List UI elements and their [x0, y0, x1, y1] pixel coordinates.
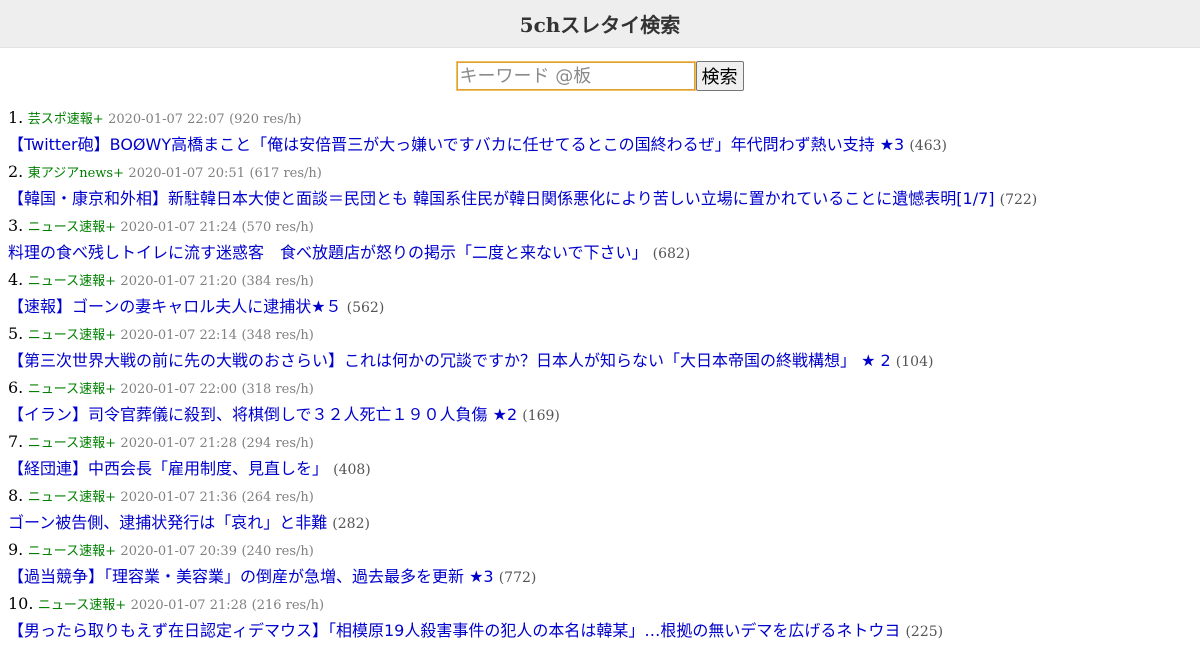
- thread-meta: 8. ニュース速報+ 2020-01-07 21:36 (264 res/h): [8, 482, 1200, 509]
- thread-response-count: (682): [652, 246, 691, 262]
- thread-response-count: (772): [498, 570, 537, 586]
- thread-entry: 5. ニュース速報+ 2020-01-07 22:14 (348 res/h) 【…: [8, 320, 1200, 374]
- search-bar: 検索: [0, 48, 1200, 104]
- thread-title-link[interactable]: 【イラン】司令官葬儀に殺到、将棋倒しで３２人死亡１９０人負傷 ★2: [8, 405, 517, 424]
- thread-meta: 2. 東アジアnews+ 2020-01-07 20:51 (617 res/h…: [8, 158, 1200, 185]
- thread-meta: 3. ニュース速報+ 2020-01-07 21:24 (570 res/h): [8, 212, 1200, 239]
- thread-title-line: 【第三次世界大戦の前に先の大戦のおさらい】これは何かの冗談ですか？日本人が知らな…: [8, 347, 1200, 374]
- thread-entry: 4. ニュース速報+ 2020-01-07 21:20 (384 res/h) 【…: [8, 266, 1200, 320]
- thread-title-link[interactable]: ゴーン被告側、逮捕状発行は「哀れ」と非難: [8, 513, 327, 532]
- page-header: 5chスレタイ検索: [0, 0, 1200, 48]
- thread-list: 1. 芸スポ速報+ 2020-01-07 22:07 (920 res/h) 【T…: [8, 104, 1200, 644]
- board-name[interactable]: ニュース速報+: [28, 436, 116, 451]
- board-name[interactable]: ニュース速報+: [28, 220, 116, 235]
- thread-entry: 8. ニュース速報+ 2020-01-07 21:36 (264 res/h) ゴ…: [8, 482, 1200, 536]
- thread-meta: 5. ニュース速報+ 2020-01-07 22:14 (348 res/h): [8, 320, 1200, 347]
- thread-date: 2020-01-07 22:00: [120, 382, 237, 397]
- thread-rate: (570 res/h): [241, 220, 314, 235]
- thread-meta: 4. ニュース速報+ 2020-01-07 21:20 (384 res/h): [8, 266, 1200, 293]
- thread-rank: 4.: [8, 270, 24, 289]
- thread-date: 2020-01-07 21:20: [120, 274, 237, 289]
- thread-title-line: 【過当競争】「理容業・美容業」の倒産が急増、過去最多を更新 ★3 (772): [8, 563, 1200, 590]
- board-name[interactable]: 東アジアnews+: [28, 166, 124, 181]
- thread-entry: 3. ニュース速報+ 2020-01-07 21:24 (570 res/h) 料…: [8, 212, 1200, 266]
- thread-entry: 1. 芸スポ速報+ 2020-01-07 22:07 (920 res/h) 【T…: [8, 104, 1200, 158]
- thread-title-line: 【イラン】司令官葬儀に殺到、将棋倒しで３２人死亡１９０人負傷 ★2 (169): [8, 401, 1200, 428]
- thread-date: 2020-01-07 21:28: [120, 436, 237, 451]
- thread-rate: (264 res/h): [241, 490, 314, 505]
- board-name[interactable]: 芸スポ速報+: [28, 112, 104, 127]
- thread-meta: 10. ニュース速報+ 2020-01-07 21:28 (216 res/h): [8, 590, 1200, 617]
- thread-rank: 6.: [8, 378, 24, 397]
- thread-title-line: 料理の食べ残しトイレに流す迷惑客 食べ放題店が怒りの掲示「二度と来ないで下さい」…: [8, 239, 1200, 266]
- thread-title-line: 【速報】ゴーンの妻キャロル夫人に逮捕状★５ (562): [8, 293, 1200, 320]
- board-name[interactable]: ニュース速報+: [28, 544, 116, 559]
- thread-rank: 7.: [8, 432, 24, 451]
- thread-title-link[interactable]: 【男ったら取りもえず在日認定ィデマウス】「相模原19人殺害事件の犯人の本名は韓某…: [8, 621, 900, 640]
- search-input[interactable]: [455, 61, 696, 91]
- thread-rank: 2.: [8, 162, 24, 181]
- thread-response-count: (722): [999, 192, 1038, 208]
- thread-title-link[interactable]: 【速報】ゴーンの妻キャロル夫人に逮捕状★５: [8, 297, 342, 316]
- thread-rate: (318 res/h): [241, 382, 314, 397]
- thread-rate: (920 res/h): [229, 112, 302, 127]
- thread-date: 2020-01-07 21:36: [120, 490, 237, 505]
- thread-date: 2020-01-07 20:51: [128, 166, 245, 181]
- thread-title-line: 【経団連】中西会長「雇用制度、見直しを」 (408): [8, 455, 1200, 482]
- thread-title-link[interactable]: 【過当競争】「理容業・美容業」の倒産が急増、過去最多を更新 ★3: [8, 567, 494, 586]
- thread-response-count: (562): [346, 300, 385, 316]
- thread-rate: (384 res/h): [241, 274, 314, 289]
- thread-response-count: (104): [895, 354, 934, 370]
- thread-date: 2020-01-07 22:07: [108, 112, 225, 127]
- thread-rate: (240 res/h): [241, 544, 314, 559]
- thread-rank: 5.: [8, 324, 24, 343]
- thread-rank: 10.: [8, 594, 34, 613]
- board-name[interactable]: ニュース速報+: [28, 328, 116, 343]
- thread-title-link[interactable]: 料理の食べ残しトイレに流す迷惑客 食べ放題店が怒りの掲示「二度と来ないで下さい」: [8, 243, 648, 262]
- thread-response-count: (282): [332, 516, 370, 532]
- thread-entry: 9. ニュース速報+ 2020-01-07 20:39 (240 res/h) 【…: [8, 536, 1200, 590]
- thread-entry: 6. ニュース速報+ 2020-01-07 22:00 (318 res/h) 【…: [8, 374, 1200, 428]
- thread-meta: 1. 芸スポ速報+ 2020-01-07 22:07 (920 res/h): [8, 104, 1200, 131]
- thread-date: 2020-01-07 22:14: [120, 328, 237, 343]
- page-title: 5chスレタイ検索: [519, 13, 681, 37]
- thread-response-count: (463): [909, 138, 947, 154]
- board-name[interactable]: ニュース速報+: [28, 382, 116, 397]
- thread-rate: (348 res/h): [241, 328, 314, 343]
- thread-response-count: (408): [333, 462, 371, 478]
- thread-title-link[interactable]: 【Twitter砲】BOØWY高橋まこと「俺は安倍晋三が大っ嫌いですバカに任せて…: [8, 135, 904, 154]
- thread-response-count: (169): [522, 408, 560, 424]
- thread-meta: 9. ニュース速報+ 2020-01-07 20:39 (240 res/h): [8, 536, 1200, 563]
- thread-title-link[interactable]: 【第三次世界大戦の前に先の大戦のおさらい】これは何かの冗談ですか？日本人が知らな…: [8, 351, 891, 370]
- thread-title-line: 【韓国・康京和外相】新駐韓日本大使と面談＝民団とも 韓国系住民が韓日関係悪化によ…: [8, 185, 1200, 212]
- thread-rate: (216 res/h): [251, 598, 325, 613]
- thread-rank: 8.: [8, 486, 24, 505]
- thread-title-line: 【Twitter砲】BOØWY高橋まこと「俺は安倍晋三が大っ嫌いですバカに任せて…: [8, 131, 1200, 158]
- thread-title-line: ゴーン被告側、逮捕状発行は「哀れ」と非難 (282): [8, 509, 1200, 536]
- thread-rate: (294 res/h): [241, 436, 314, 451]
- thread-title-line: 【男ったら取りもえず在日認定ィデマウス】「相模原19人殺害事件の犯人の本名は韓某…: [8, 617, 1200, 644]
- thread-title-link[interactable]: 【韓国・康京和外相】新駐韓日本大使と面談＝民団とも 韓国系住民が韓日関係悪化によ…: [8, 189, 995, 208]
- thread-date: 2020-01-07 21:24: [120, 220, 237, 235]
- thread-entry: 2. 東アジアnews+ 2020-01-07 20:51 (617 res/h…: [8, 158, 1200, 212]
- thread-response-count: (225): [905, 624, 944, 640]
- thread-meta: 7. ニュース速報+ 2020-01-07 21:28 (294 res/h): [8, 428, 1200, 455]
- thread-meta: 6. ニュース速報+ 2020-01-07 22:00 (318 res/h): [8, 374, 1200, 401]
- search-button[interactable]: 検索: [695, 61, 744, 91]
- board-name[interactable]: ニュース速報+: [28, 490, 116, 505]
- thread-rate: (617 res/h): [249, 166, 322, 181]
- thread-rank: 3.: [8, 216, 24, 235]
- thread-rank: 1.: [8, 108, 24, 127]
- thread-date: 2020-01-07 21:28: [130, 598, 248, 613]
- thread-date: 2020-01-07 20:39: [120, 544, 237, 559]
- thread-entry: 7. ニュース速報+ 2020-01-07 21:28 (294 res/h) 【…: [8, 428, 1200, 482]
- thread-title-link[interactable]: 【経団連】中西会長「雇用制度、見直しを」: [8, 459, 328, 478]
- thread-entry: 10. ニュース速報+ 2020-01-07 21:28 (216 res/h)…: [8, 590, 1200, 644]
- board-name[interactable]: ニュース速報+: [38, 598, 126, 613]
- board-name[interactable]: ニュース速報+: [28, 274, 116, 289]
- thread-rank: 9.: [8, 540, 24, 559]
